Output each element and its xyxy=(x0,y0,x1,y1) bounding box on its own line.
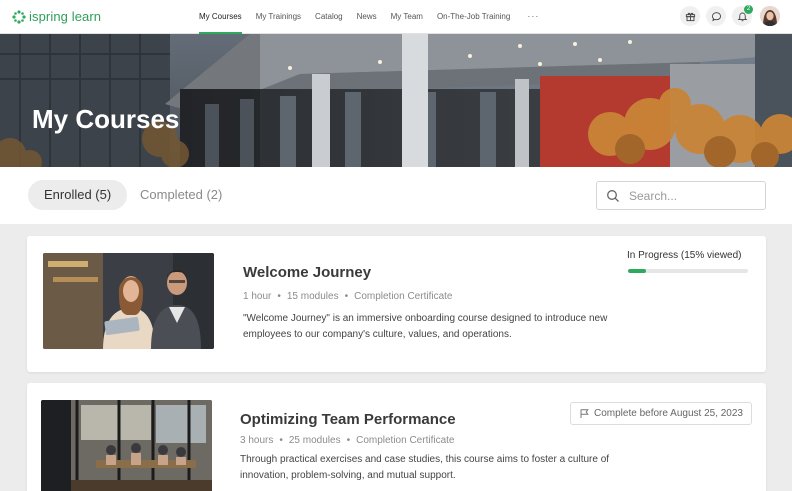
ispring-logo-icon xyxy=(12,9,26,24)
notifications-button[interactable]: 2 xyxy=(732,5,753,26)
progress-bar xyxy=(628,269,748,273)
nav-item-on-the-job-training[interactable]: On-The-Job Training xyxy=(430,0,517,34)
course-description: "Welcome Journey" is an immersive onboar… xyxy=(243,313,608,340)
course-card-welcome-journey[interactable]: Welcome Journey 1 hour • 15 modules • Co… xyxy=(27,236,766,372)
course-duration: 3 hours xyxy=(240,435,274,446)
nav-item-catalog[interactable]: Catalog xyxy=(308,0,350,34)
hero-banner: My Courses xyxy=(0,34,792,167)
deadline-text: Complete before August 25, 2023 xyxy=(594,408,743,419)
course-duration: 1 hour xyxy=(243,291,272,302)
nav-item-news[interactable]: News xyxy=(350,0,384,34)
meta-separator: • xyxy=(344,291,349,302)
top-navigation-bar: ispring learn My Courses My Trainings Ca… xyxy=(0,0,792,34)
ispring-learn-logo[interactable]: ispring learn xyxy=(12,9,101,24)
course-title[interactable]: Optimizing Team Performance xyxy=(240,411,456,428)
course-filter-bar: Enrolled (5) Completed (2) xyxy=(0,167,792,224)
notification-count-badge: 2 xyxy=(744,5,753,14)
course-title[interactable]: Welcome Journey xyxy=(243,264,371,281)
main-nav: My Courses My Trainings Catalog News My … xyxy=(192,0,549,34)
course-certificate: Completion Certificate xyxy=(356,435,455,446)
chat-icon xyxy=(711,11,721,21)
meta-separator: • xyxy=(277,291,281,302)
flag-icon xyxy=(580,409,589,418)
course-certificate: Completion Certificate xyxy=(354,291,453,302)
course-image xyxy=(41,400,212,491)
course-thumbnail-optimizing-team-performance xyxy=(41,400,212,491)
search-input[interactable] xyxy=(629,188,749,203)
nav-more-button[interactable]: ··· xyxy=(517,0,549,34)
avatar-image xyxy=(760,6,780,26)
nav-item-my-courses[interactable]: My Courses xyxy=(192,0,249,34)
course-meta: 3 hours • 25 modules • Completion Certif… xyxy=(240,435,454,446)
building-background-image xyxy=(0,34,792,167)
course-thumbnail-welcome-journey xyxy=(43,253,214,349)
course-meta: 1 hour • 15 modules • Completion Certifi… xyxy=(243,291,452,302)
chat-button[interactable] xyxy=(706,6,726,26)
course-card-optimizing-team-performance[interactable]: Optimizing Team Performance 3 hours • 25… xyxy=(27,383,766,491)
tab-completed[interactable]: Completed (2) xyxy=(124,180,238,210)
course-modules: 15 modules xyxy=(286,291,339,302)
course-description: Through practical exercises and case stu… xyxy=(240,454,610,481)
header-actions: 2 xyxy=(674,5,780,26)
course-modules: 25 modules xyxy=(288,435,341,446)
logo-text: ispring learn xyxy=(29,9,102,24)
search-icon xyxy=(607,189,619,202)
progress-bar-fill xyxy=(628,269,646,273)
user-avatar[interactable] xyxy=(760,6,780,26)
search-box[interactable] xyxy=(596,181,766,210)
page-title: My Courses xyxy=(32,104,180,134)
nav-item-my-team[interactable]: My Team xyxy=(384,0,430,34)
progress-status: In Progress (15% viewed) xyxy=(627,250,742,261)
nav-item-my-trainings[interactable]: My Trainings xyxy=(249,0,308,34)
gift-button[interactable] xyxy=(680,6,700,26)
meta-separator: • xyxy=(279,435,283,446)
gift-icon xyxy=(685,12,695,21)
meta-separator: • xyxy=(346,435,351,446)
deadline-badge: Complete before August 25, 2023 xyxy=(570,402,752,425)
course-image xyxy=(43,253,214,349)
tab-enrolled[interactable]: Enrolled (5) xyxy=(28,180,128,210)
